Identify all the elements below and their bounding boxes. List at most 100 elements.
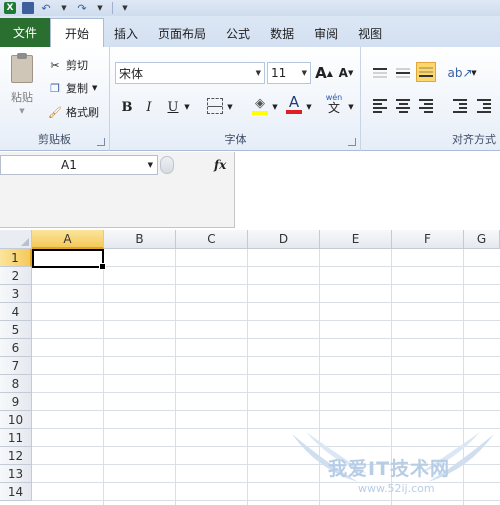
font-group-label: 字体 bbox=[224, 133, 247, 146]
fill-color-dropdown-icon[interactable]: ▼ bbox=[271, 97, 279, 117]
column-header-d[interactable]: D bbox=[248, 230, 320, 249]
phonetic-dropdown-icon[interactable]: ▼ bbox=[347, 97, 355, 117]
row-header-2[interactable]: 2 bbox=[0, 267, 32, 285]
underline-dropdown-icon[interactable]: ▼ bbox=[183, 97, 191, 117]
formula-bar-splitter[interactable] bbox=[160, 156, 174, 174]
save-icon[interactable] bbox=[22, 2, 34, 14]
row-header-5[interactable]: 5 bbox=[0, 321, 32, 339]
phonetic-button[interactable]: wén 文 bbox=[323, 93, 345, 114]
shrink-font-icon: ▼ bbox=[347, 69, 354, 77]
paste-dropdown-icon[interactable]: ▼ bbox=[19, 107, 24, 115]
row-header-10[interactable]: 10 bbox=[0, 411, 32, 429]
undo-icon[interactable]: ↶ bbox=[40, 2, 52, 15]
font-size-dropdown-icon[interactable]: ▼ bbox=[302, 69, 307, 77]
redo-icon[interactable]: ↷ bbox=[76, 2, 88, 15]
tab-formulas[interactable]: 公式 bbox=[216, 20, 260, 47]
tab-view[interactable]: 视图 bbox=[348, 20, 392, 47]
paste-label: 粘贴 bbox=[11, 91, 33, 104]
formula-input[interactable] bbox=[234, 152, 500, 228]
font-color-swatch bbox=[286, 109, 302, 114]
alignment-group-label: 对齐方式 bbox=[452, 133, 496, 146]
underline-button[interactable]: U bbox=[165, 97, 181, 117]
orientation-icon: ab↗ bbox=[447, 66, 473, 80]
orientation-dropdown-icon[interactable]: ▼ bbox=[470, 63, 478, 83]
top-align-button[interactable] bbox=[370, 63, 390, 83]
font-name-combo[interactable]: 宋体 ▼ bbox=[115, 62, 265, 84]
fill-color-button[interactable]: ◈ bbox=[251, 95, 269, 115]
middle-align-button[interactable] bbox=[393, 63, 413, 83]
bottom-align-button[interactable] bbox=[416, 62, 436, 82]
align-center-button[interactable] bbox=[393, 96, 413, 116]
row-header-3[interactable]: 3 bbox=[0, 285, 32, 303]
row-header-13[interactable]: 13 bbox=[0, 465, 32, 483]
format-painter-label: 格式刷 bbox=[66, 106, 99, 119]
format-painter-button[interactable]: 🖌 格式刷 bbox=[48, 103, 99, 121]
bold-button[interactable]: B bbox=[119, 97, 135, 117]
increase-indent-button[interactable] bbox=[474, 96, 494, 116]
row-gridline bbox=[32, 320, 500, 321]
tab-page-layout[interactable]: 页面布局 bbox=[148, 20, 216, 47]
excel-logo-icon: X bbox=[4, 2, 16, 14]
align-right-button[interactable] bbox=[416, 96, 436, 116]
row-header-9[interactable]: 9 bbox=[0, 393, 32, 411]
row-gridline bbox=[32, 392, 500, 393]
row-header-11[interactable]: 11 bbox=[0, 429, 32, 447]
column-header-f[interactable]: F bbox=[392, 230, 464, 249]
customize-qat-icon[interactable]: ▼ bbox=[119, 2, 131, 14]
font-size-combo[interactable]: 11 ▼ bbox=[267, 62, 311, 84]
tab-review[interactable]: 审阅 bbox=[304, 20, 348, 47]
clipboard-group-label: 剪贴板 bbox=[38, 133, 71, 146]
watermark-url: www.52ij.com bbox=[358, 482, 435, 495]
name-box-value: A1 bbox=[61, 158, 77, 172]
borders-button[interactable] bbox=[207, 98, 223, 114]
paste-icon bbox=[11, 53, 33, 83]
middle-align-icon bbox=[396, 72, 410, 74]
insert-function-icon[interactable]: fx bbox=[214, 158, 226, 172]
row-header-4[interactable]: 4 bbox=[0, 303, 32, 321]
font-color-button[interactable]: A bbox=[285, 94, 303, 114]
alignment-group: ab↗ ▼ 对齐方式 bbox=[362, 47, 500, 151]
copy-dropdown-icon[interactable]: ▼ bbox=[92, 84, 97, 92]
tab-insert[interactable]: 插入 bbox=[104, 20, 148, 47]
grow-font-button[interactable]: A ▲ bbox=[315, 63, 333, 83]
row-header-1[interactable]: 1 bbox=[0, 249, 32, 267]
borders-dropdown-icon[interactable]: ▼ bbox=[226, 97, 234, 117]
align-left-button[interactable] bbox=[370, 96, 390, 116]
shrink-font-button[interactable]: A ▼ bbox=[337, 63, 355, 83]
column-header-e[interactable]: E bbox=[320, 230, 392, 249]
font-color-dropdown-icon[interactable]: ▼ bbox=[305, 97, 313, 117]
decrease-indent-button[interactable] bbox=[450, 96, 470, 116]
orientation-button[interactable]: ab↗ bbox=[447, 63, 473, 83]
paste-button[interactable]: 粘贴 ▼ bbox=[6, 53, 38, 115]
tab-data[interactable]: 数据 bbox=[260, 20, 304, 47]
column-header-b[interactable]: B bbox=[104, 230, 176, 249]
paint-bucket-icon: ◈ bbox=[255, 95, 265, 111]
tab-home[interactable]: 开始 bbox=[50, 18, 105, 47]
select-all-corner[interactable] bbox=[0, 230, 32, 249]
top-align-icon bbox=[373, 68, 387, 70]
name-box[interactable]: A1 ▼ bbox=[0, 155, 158, 175]
clipboard-launcher-icon[interactable] bbox=[97, 138, 105, 146]
column-header-a[interactable]: A bbox=[32, 230, 104, 249]
italic-button[interactable]: I bbox=[141, 97, 157, 117]
redo-dropdown-icon[interactable]: ▼ bbox=[94, 2, 106, 14]
align-right-icon bbox=[419, 99, 433, 101]
column-header-c[interactable]: C bbox=[176, 230, 248, 249]
row-header-8[interactable]: 8 bbox=[0, 375, 32, 393]
undo-dropdown-icon[interactable]: ▼ bbox=[58, 2, 70, 14]
column-header-g[interactable]: G bbox=[464, 230, 500, 249]
row-header-7[interactable]: 7 bbox=[0, 357, 32, 375]
font-group: 宋体 ▼ 11 ▼ A ▲ A ▼ B I U ▼ ▼ ◈ ▼ A ▼ wén … bbox=[111, 47, 361, 151]
name-box-dropdown-icon[interactable]: ▼ bbox=[148, 161, 153, 169]
font-name-dropdown-icon[interactable]: ▼ bbox=[256, 69, 261, 77]
column-gridline bbox=[103, 249, 104, 505]
font-launcher-icon[interactable] bbox=[348, 138, 356, 146]
tab-file[interactable]: 文件 bbox=[0, 18, 50, 47]
cut-button[interactable]: ✂ 剪切 bbox=[48, 56, 88, 74]
row-header-14[interactable]: 14 bbox=[0, 483, 32, 501]
copy-button[interactable]: ❐ 复制 ▼ bbox=[48, 79, 97, 97]
row-header-12[interactable]: 12 bbox=[0, 447, 32, 465]
row-header-6[interactable]: 6 bbox=[0, 339, 32, 357]
formula-bar: A1 ▼ fx bbox=[0, 152, 500, 228]
active-cell-a1[interactable] bbox=[32, 249, 106, 270]
